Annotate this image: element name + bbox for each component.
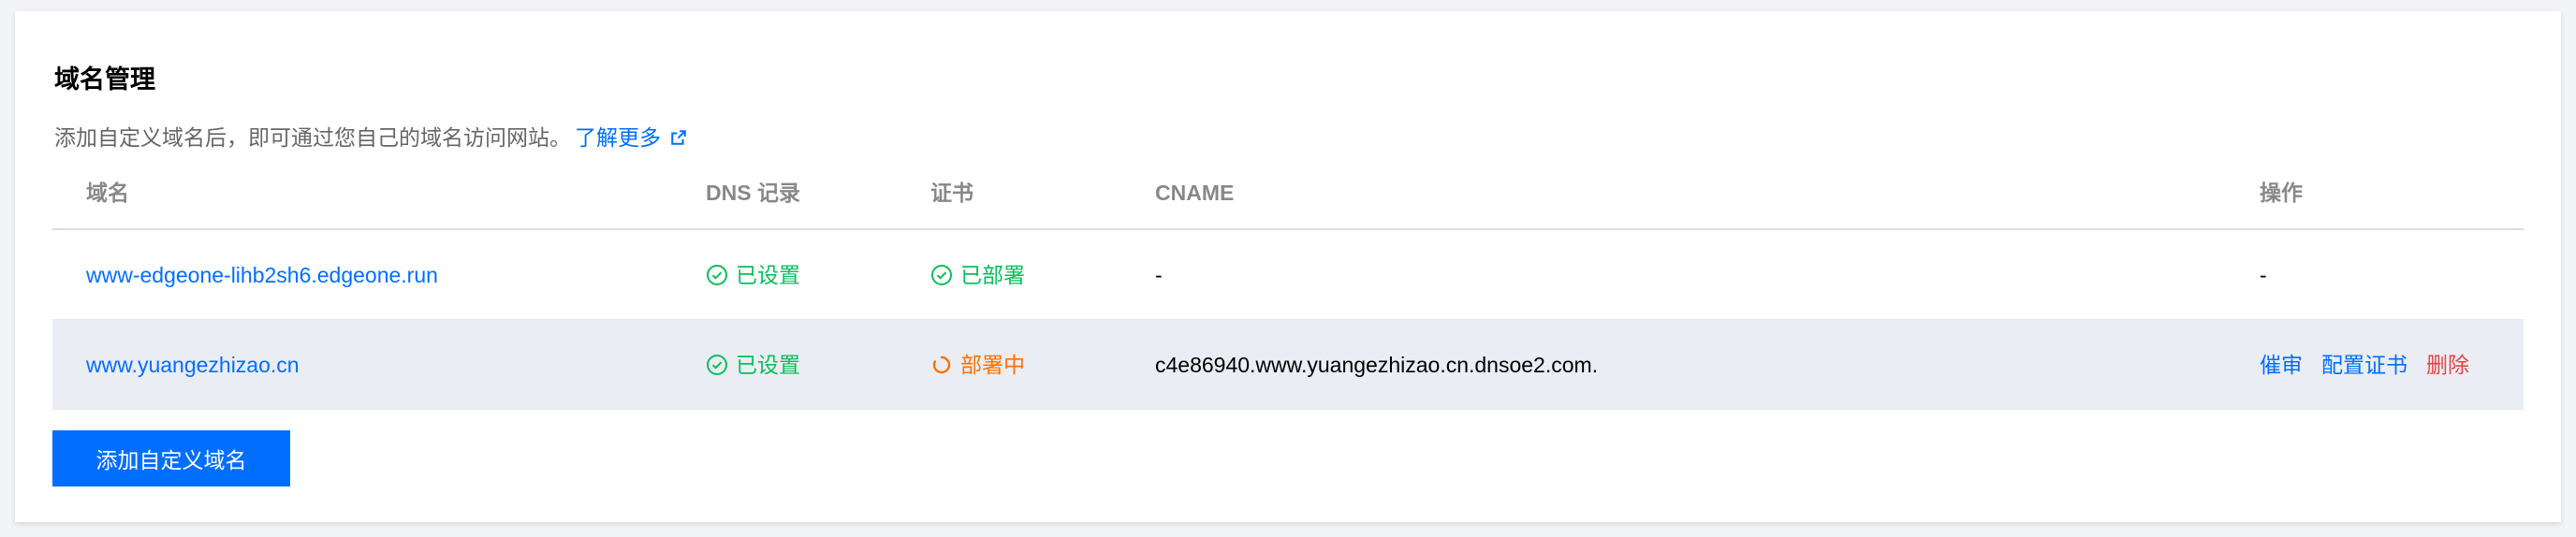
cert-cell: 已部署: [930, 230, 1025, 320]
external-link-icon: [671, 130, 686, 145]
domain-cell: www.yuangezhizao.cn: [86, 320, 300, 410]
domain-link[interactable]: www-edgeone-lihb2sh6.edgeone.run: [86, 262, 438, 288]
cname-cell: c4e86940.www.yuangezhizao.cn.dnsoe2.com.: [1155, 353, 1599, 377]
column-header-actions: 操作: [2260, 181, 2303, 205]
dns-status-label: 已设置: [736, 263, 800, 287]
cert-status: 部署中: [930, 352, 1025, 378]
dns-status: 已设置: [706, 262, 800, 288]
check-circle-icon: [931, 265, 952, 285]
domain-cell: www-edgeone-lihb2sh6.edgeone.run: [86, 230, 438, 320]
loading-spinner-icon: [932, 356, 951, 374]
urge-review-button[interactable]: 催审: [2260, 352, 2303, 378]
learn-more-link[interactable]: 了解更多: [575, 123, 687, 152]
column-header-cert: 证书: [930, 181, 973, 205]
table-header: 域名 DNS 记录 证书 CNAME 操作: [52, 167, 2524, 230]
cert-cell: 部署中: [930, 320, 1025, 410]
domain-table: 域名 DNS 记录 证书 CNAME 操作 www-edgeone-lihb2s…: [52, 167, 2524, 410]
cert-status: 已部署: [930, 262, 1025, 288]
row-actions: 催审 配置证书 删除: [2260, 352, 2469, 378]
actions-cell: 催审 配置证书 删除: [2260, 320, 2469, 410]
cert-status-label: 已部署: [960, 263, 1025, 287]
check-circle-icon: [707, 355, 727, 375]
delete-button[interactable]: 删除: [2426, 352, 2469, 378]
configure-cert-button[interactable]: 配置证书: [2321, 352, 2408, 378]
domain-link[interactable]: www.yuangezhizao.cn: [86, 352, 300, 378]
section-title: 域名管理: [54, 65, 155, 94]
learn-more-label: 了解更多: [575, 125, 661, 150]
description-text: 添加自定义域名后，即可通过您自己的域名访问网站。: [54, 125, 571, 150]
column-header-cname: CNAME: [1155, 181, 1235, 205]
table-row: www-edgeone-lihb2sh6.edgeone.run 已设置 已部署…: [52, 230, 2524, 320]
section-description: 添加自定义域名后，即可通过您自己的域名访问网站。 了解更多: [54, 123, 687, 152]
dns-cell: 已设置: [706, 230, 800, 320]
actions-cell: -: [2260, 263, 2267, 287]
domain-management-card: 域名管理 添加自定义域名后，即可通过您自己的域名访问网站。 了解更多 域名 DN…: [15, 11, 2561, 522]
dns-status-label: 已设置: [736, 353, 800, 377]
check-circle-icon: [707, 265, 727, 285]
cert-status-label: 部署中: [960, 353, 1025, 377]
table-row: www.yuangezhizao.cn 已设置 部署中 c4e86940.www…: [52, 320, 2524, 410]
column-header-domain: 域名: [86, 181, 129, 205]
column-header-dns: DNS 记录: [706, 181, 800, 205]
add-custom-domain-button[interactable]: 添加自定义域名: [52, 430, 290, 486]
dns-cell: 已设置: [706, 320, 800, 410]
dns-status: 已设置: [706, 352, 800, 378]
cname-cell: -: [1155, 263, 1163, 287]
